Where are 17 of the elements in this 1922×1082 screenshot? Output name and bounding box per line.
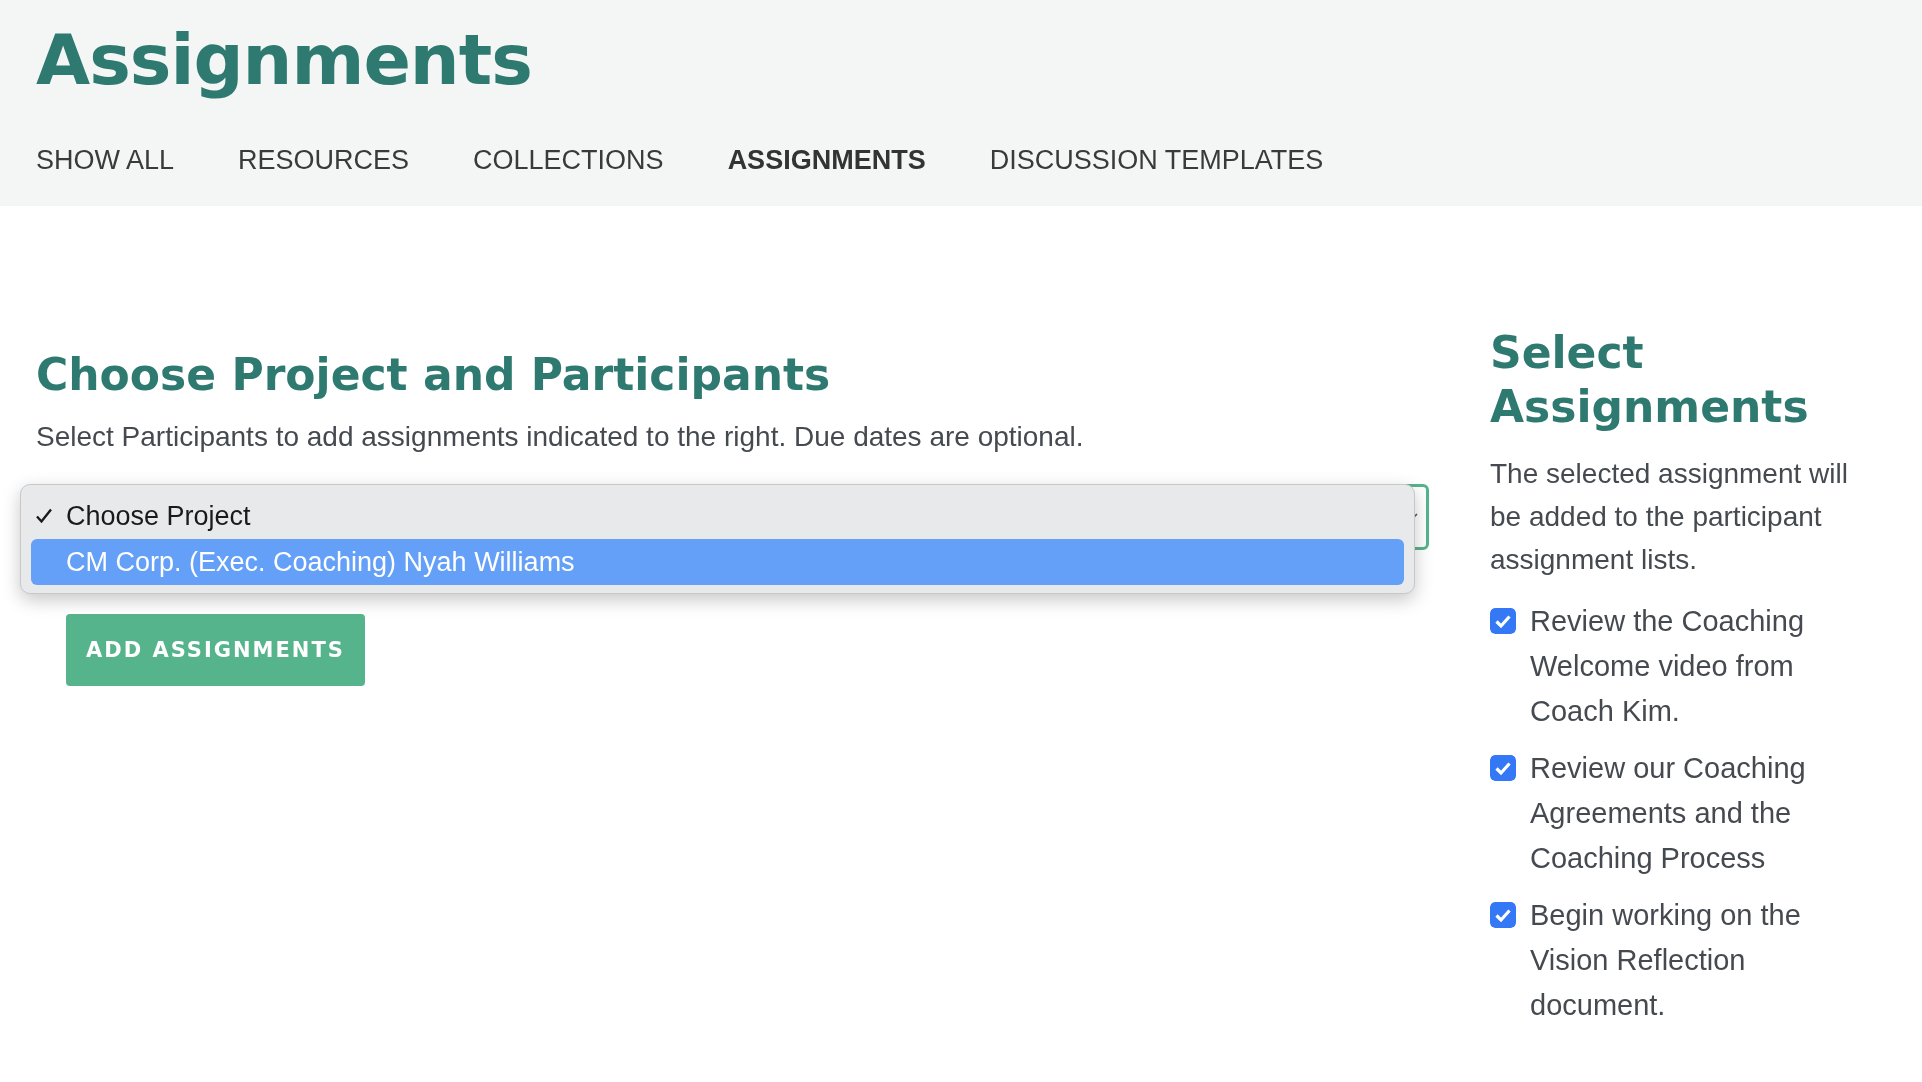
section-description: The selected assignment will be added to the participant assignment lists.	[1490, 457, 1849, 577]
section-title: Select Assignments	[1490, 326, 1810, 434]
section-title: Choose Project and Participants	[36, 348, 831, 402]
nav-tab[interactable]: DISCUSSION TEMPLATES	[989, 144, 1324, 176]
nav-tab[interactable]: SHOW ALL	[36, 144, 175, 176]
nav-tab[interactable]: COLLECTIONS	[473, 144, 664, 176]
checkbox[interactable]	[1490, 755, 1516, 781]
dropdown-option[interactable]: Choose Project	[31, 493, 1404, 539]
assignment-label: Review our Coaching Agreements and the Coaching Process	[1530, 751, 1807, 876]
page-title: Assignments	[36, 18, 532, 102]
checkbox[interactable]	[1490, 608, 1516, 634]
assignment-label: Review the Coaching Welcome video from Coach Kim.	[1530, 604, 1806, 729]
checkbox[interactable]	[1490, 902, 1516, 928]
assignment-label: Begin working on the Vision Reflection document.	[1530, 898, 1802, 1023]
section-description: Select Participants to add assignments indicated to the right. Due dates are optional.	[36, 420, 1085, 454]
nav-tab[interactable]: RESOURCES	[238, 144, 410, 176]
nav-tab[interactable]: ASSIGNMENTS	[727, 144, 926, 176]
